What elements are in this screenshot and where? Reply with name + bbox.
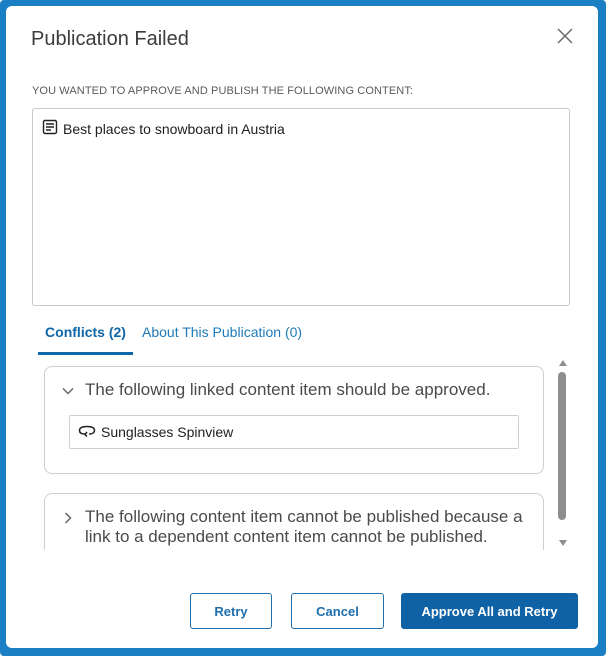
vertical-scrollbar[interactable] [557, 358, 569, 550]
conflict-card: The following linked content item should… [44, 366, 544, 474]
publication-failed-dialog: Publication Failed YOU WANTED TO APPROVE… [6, 6, 598, 648]
linked-item-label: Sunglasses Spinview [101, 424, 234, 440]
close-icon[interactable] [555, 26, 575, 46]
link-icon [78, 424, 101, 441]
conflict-title: The following linked content item should… [85, 380, 491, 399]
tab-conflicts[interactable]: Conflicts (2) [38, 322, 133, 355]
conflict-card: The following content item cannot be pub… [44, 493, 544, 550]
cancel-button[interactable]: Cancel [291, 593, 384, 629]
scroll-down-arrow-icon[interactable] [559, 540, 567, 546]
content-subheading: YOU WANTED TO APPROVE AND PUBLISH THE FO… [32, 85, 414, 97]
approve-all-and-retry-button[interactable]: Approve All and Retry [401, 593, 578, 629]
conflicts-list: The following linked content item should… [44, 365, 546, 550]
conflict-title: The following content item cannot be pub… [85, 507, 523, 546]
scroll-thumb[interactable] [558, 372, 566, 520]
chevron-down-icon[interactable] [61, 384, 75, 403]
tab-about-this-publication[interactable]: About This Publication (0) [142, 322, 302, 352]
scroll-up-arrow-icon[interactable] [559, 360, 567, 366]
content-item[interactable]: Best places to snowboard in Austria [42, 119, 285, 138]
chevron-right-icon[interactable] [61, 511, 75, 530]
content-item-label: Best places to snowboard in Austria [63, 120, 285, 137]
dialog-title: Publication Failed [31, 28, 189, 50]
retry-button[interactable]: Retry [190, 593, 272, 629]
document-icon [42, 119, 63, 138]
linked-content-item[interactable]: Sunglasses Spinview [69, 415, 519, 449]
content-list: Best places to snowboard in Austria [32, 108, 570, 306]
